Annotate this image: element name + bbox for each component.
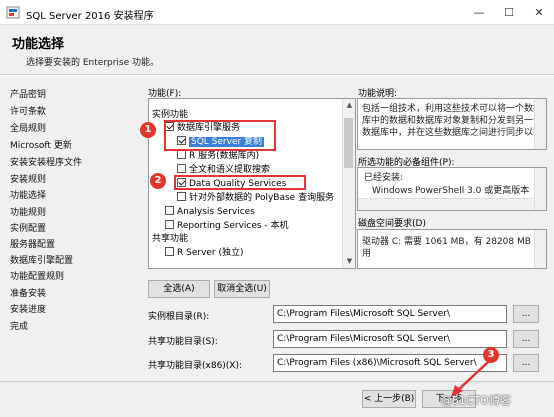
- nav-step-ready-to-install[interactable]: 准备安装: [10, 287, 46, 301]
- nav-step-install-setup-files[interactable]: 安装安装程序文件: [10, 156, 82, 170]
- feature-r-services[interactable]: R 服务(数据库内): [177, 150, 259, 162]
- nav-step-install-progress[interactable]: 安装进度: [10, 303, 46, 317]
- feature-polybase[interactable]: 针对外部数据的 PolyBase 查询服务: [177, 192, 334, 204]
- nav-step-install-rules[interactable]: 安装规则: [10, 173, 46, 187]
- annotation-box-db-engine: [164, 120, 276, 151]
- disk-space-scrollbar[interactable]: [534, 230, 546, 268]
- disk-space-line-1: 驱动器 C: 需要 1061 MB，有 28208 MB 可: [362, 237, 543, 247]
- feature-tree-scroll-thumb[interactable]: [344, 118, 353, 168]
- description-line-1: 包括一组技术，利用这些技术可以将一个数据: [362, 104, 543, 114]
- checkbox-full-text-search[interactable]: [177, 164, 186, 173]
- wizard-steps-nav: 产品密钥 许可条款 全局规则 Microsoft 更新 安装安装程序文件 安装规…: [0, 76, 140, 376]
- scroll-up-arrow-icon[interactable]: ▲: [343, 99, 356, 111]
- sql-server-installer-icon: [6, 6, 20, 19]
- annotation-marker-1: 1: [140, 122, 156, 138]
- title-bar: SQL Server 2016 安装程序 — ☐ ✕: [0, 0, 554, 25]
- nav-step-feature-selection[interactable]: 功能选择: [10, 189, 46, 203]
- shared-dir-browse-button[interactable]: ...: [513, 330, 539, 348]
- annotation-box-data-quality: [174, 175, 306, 190]
- checkbox-r-services[interactable]: [177, 150, 186, 159]
- feature-analysis-services[interactable]: Analysis Services: [165, 206, 255, 218]
- page-subtitle: 选择要安装的 Enterprise 功能。: [26, 58, 160, 68]
- nav-step-complete[interactable]: 完成: [10, 320, 28, 334]
- nav-step-license-terms[interactable]: 许可条款: [10, 105, 46, 119]
- shared-dir-x86-label: 共享功能目录(x86)(X):: [148, 361, 243, 371]
- instance-root-browse-button[interactable]: ...: [513, 305, 539, 323]
- shared-dir-x86-browse-button[interactable]: ...: [513, 354, 539, 372]
- already-installed-label: 已经安装:: [364, 173, 404, 183]
- description-line-2: 库中的数据和数据库对象复制和分发到另一个: [362, 116, 543, 126]
- checkbox-r-server[interactable]: [165, 247, 174, 256]
- prerequisites-horizontal-scrollbar[interactable]: [358, 198, 534, 210]
- scroll-down-arrow-icon[interactable]: ▼: [343, 255, 356, 267]
- prerequisites-scrollbar[interactable]: [534, 168, 546, 210]
- checkbox-reporting-services[interactable]: [165, 220, 174, 229]
- checkbox-polybase[interactable]: [177, 192, 186, 201]
- prerequisite-powershell: Windows PowerShell 3.0 或更高版本: [372, 186, 530, 196]
- nav-step-global-rules[interactable]: 全局规则: [10, 122, 46, 136]
- page-header: 功能选择 选择要安装的 Enterprise 功能。: [0, 25, 554, 75]
- page-title: 功能选择: [12, 37, 65, 52]
- disk-space-line-2: 用: [362, 249, 372, 259]
- disk-space-label: 磁盘空间要求(D): [358, 219, 426, 229]
- disk-space-pane: 驱动器 C: 需要 1061 MB，有 28208 MB 可 用: [357, 229, 547, 269]
- select-all-button[interactable]: 全选(A): [148, 280, 210, 298]
- nav-step-feature-rules[interactable]: 功能规则: [10, 206, 46, 220]
- maximize-button[interactable]: ☐: [494, 0, 524, 25]
- checkbox-analysis-services[interactable]: [165, 206, 174, 215]
- tree-group-shared-features: 共享功能: [152, 234, 189, 244]
- prerequisites-pane: 已经安装: Windows PowerShell 3.0 或更高版本: [357, 167, 547, 211]
- shared-dir-input[interactable]: C:\Program Files\Microsoft SQL Server\: [273, 330, 507, 348]
- back-button[interactable]: < 上一步(B): [362, 390, 416, 408]
- watermark: @51CTO博客: [441, 394, 512, 407]
- nav-step-server-config[interactable]: 服务器配置: [10, 238, 55, 252]
- close-button[interactable]: ✕: [524, 0, 554, 25]
- annotation-marker-2: 2: [150, 173, 166, 189]
- nav-step-instance-config[interactable]: 实例配置: [10, 222, 46, 236]
- shared-dir-label: 共享功能目录(S):: [148, 337, 218, 347]
- nav-step-microsoft-update[interactable]: Microsoft 更新: [10, 139, 72, 153]
- feature-reporting-services[interactable]: Reporting Services - 本机: [165, 220, 289, 232]
- nav-step-feature-config-rules[interactable]: 功能配置规则: [10, 270, 64, 284]
- description-scrollbar[interactable]: [534, 99, 546, 149]
- instance-root-label: 实例根目录(R):: [148, 312, 210, 322]
- feature-r-server-standalone[interactable]: R Server (独立): [165, 247, 244, 259]
- instance-root-input[interactable]: C:\Program Files\Microsoft SQL Server\: [273, 305, 507, 323]
- window-title: SQL Server 2016 安装程序: [26, 11, 154, 22]
- minimize-button[interactable]: —: [464, 0, 494, 25]
- nav-step-db-engine-config[interactable]: 数据库引擎配置: [10, 254, 73, 268]
- nav-step-product-key[interactable]: 产品密钥: [10, 88, 46, 102]
- deselect-all-button[interactable]: 取消全选(U): [214, 280, 270, 298]
- description-line-3: 数据库中，并在这些数据库之间进行同步以实: [362, 128, 543, 138]
- feature-description-pane: 包括一组技术，利用这些技术可以将一个数据 库中的数据和数据库对象复制和分发到另一…: [357, 98, 547, 150]
